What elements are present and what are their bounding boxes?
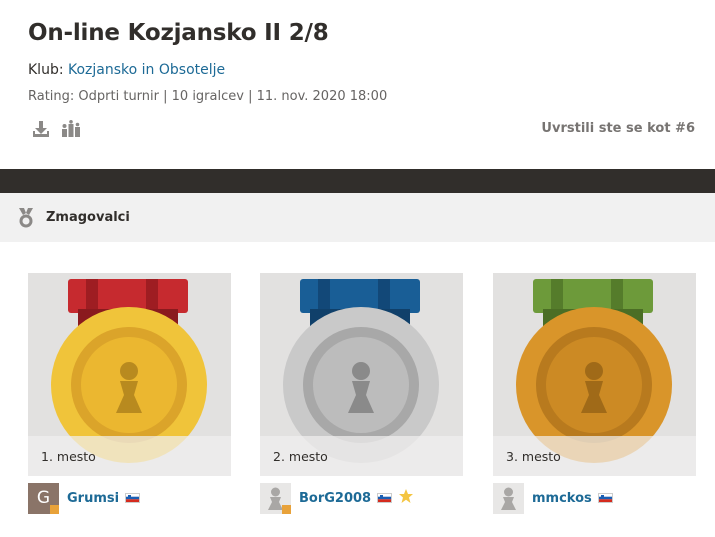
page-title: On-line Kozjansko II 2/8 xyxy=(28,20,329,46)
avatar[interactable]: G xyxy=(28,482,59,514)
winners-section-header: Zmagovalci xyxy=(0,193,715,242)
avatar[interactable] xyxy=(493,482,524,514)
divider-bar xyxy=(0,169,715,193)
player-row: BorG2008 xyxy=(260,482,463,514)
status-badge xyxy=(50,504,59,514)
username-link[interactable]: Grumsi xyxy=(67,491,119,506)
star-icon xyxy=(398,488,414,508)
club-label: Klub: xyxy=(28,62,68,78)
place-label: 1. mesto xyxy=(28,436,231,476)
toolbar xyxy=(30,118,82,142)
slovenia-flag-icon xyxy=(597,493,613,503)
leaderboard-button[interactable] xyxy=(60,118,82,140)
winner-card-1: 1. mesto G Grumsi xyxy=(28,273,231,514)
download-button[interactable] xyxy=(30,118,52,140)
winner-card-2: 2. mesto BorG2008 xyxy=(260,273,463,514)
club-link[interactable]: Kozjansko in Obsotelje xyxy=(68,62,225,78)
username-link[interactable]: mmckos xyxy=(532,491,592,506)
club-line: Klub: Kozjansko in Obsotelje xyxy=(28,62,225,78)
avatar-letter: G xyxy=(36,488,51,508)
download-icon xyxy=(33,121,49,137)
rank-note: Uvrstili ste se kot #6 xyxy=(541,121,695,136)
medal-card-gold: 1. mesto xyxy=(28,273,231,476)
tournament-header: On-line Kozjansko II 2/8 Klub: Kozjansko… xyxy=(0,0,715,168)
avatar[interactable] xyxy=(260,482,291,514)
medal-card-silver: 2. mesto xyxy=(260,273,463,476)
leaderboard-icon xyxy=(62,120,80,137)
section-title: Zmagovalci xyxy=(46,210,130,225)
pawn-avatar-icon xyxy=(501,487,516,510)
winner-card-3: 3. mesto mmckos xyxy=(493,273,696,514)
player-row: mmckos xyxy=(493,482,696,514)
place-label: 3. mesto xyxy=(493,436,696,476)
medal-card-bronze: 3. mesto xyxy=(493,273,696,476)
player-row: G Grumsi xyxy=(28,482,231,514)
medal-icon xyxy=(16,207,36,229)
username-link[interactable]: BorG2008 xyxy=(299,491,371,506)
tournament-meta: Rating: Odprti turnir | 10 igralcev | 11… xyxy=(28,89,387,104)
meta-text: Rating: Odprti turnir | 10 igralcev | 11… xyxy=(28,89,388,104)
slovenia-flag-icon xyxy=(377,493,393,503)
slovenia-flag-icon xyxy=(125,493,141,503)
place-label: 2. mesto xyxy=(260,436,463,476)
status-badge xyxy=(282,504,291,514)
